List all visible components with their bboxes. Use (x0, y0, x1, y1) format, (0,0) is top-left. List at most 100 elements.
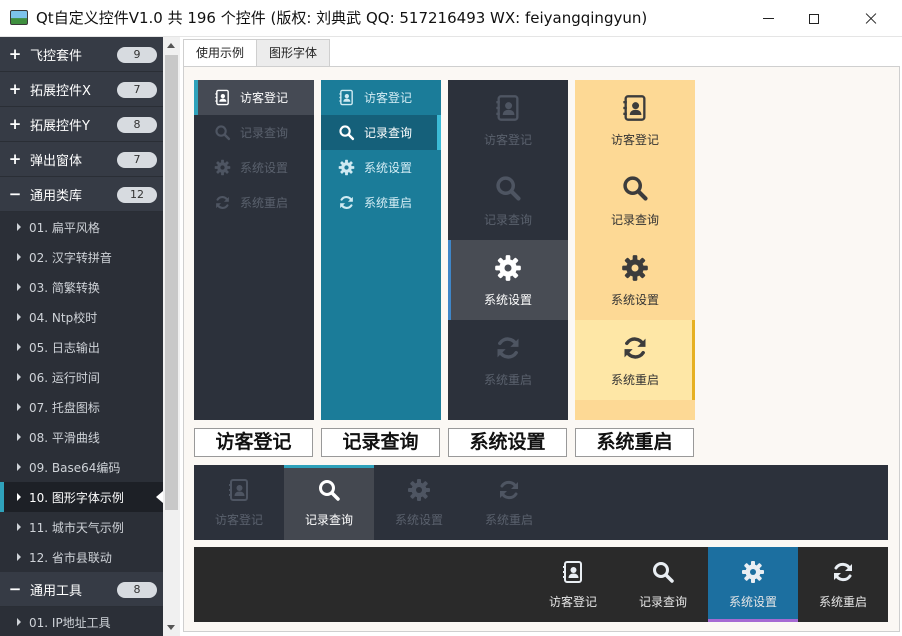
scroll-up-arrow-icon[interactable] (167, 43, 175, 48)
button-label: 系统重启 (818, 595, 867, 609)
button-label: 记录查询 (364, 126, 413, 140)
system-settings-button[interactable]: 系统设置 (194, 150, 314, 185)
visitor-register-button[interactable]: 访客登记 (194, 465, 284, 540)
caret-right-icon (17, 343, 21, 351)
button-label: 记录查询 (638, 595, 687, 609)
record-query-button[interactable]: 记录查询 (321, 115, 441, 150)
nav-item[interactable]: 01. IP地址工具 (0, 607, 163, 636)
tab-icon-font[interactable]: 图形字体 (256, 39, 331, 67)
nav-item[interactable]: 08. 平滑曲线 (0, 422, 163, 452)
nav-item[interactable]: 05. 日志输出 (0, 332, 163, 362)
button-label: 系统设置 (240, 161, 289, 175)
caret-right-icon (17, 373, 21, 381)
caret-right-icon (17, 313, 21, 321)
nav-item-label: 04. Ntp校时 (29, 310, 98, 325)
nav-item[interactable]: 11. 城市天气示例 (0, 512, 163, 542)
button-label: 系统重启 (364, 196, 413, 210)
nav-item-label: 01. 扁平风格 (29, 220, 100, 235)
tab-usage-example[interactable]: 使用示例 (183, 39, 258, 67)
nav-count-badge: 8 (117, 117, 157, 133)
nav-item[interactable]: 02. 汉字转拼音 (0, 242, 163, 272)
button-label: 系统设置 (483, 292, 532, 307)
system-restart-button[interactable]: 系统重启 (194, 185, 314, 220)
system-restart-button[interactable]: 系统重启 (575, 320, 695, 400)
expand-plus-icon: + (8, 80, 22, 98)
refresh-icon (830, 559, 856, 585)
caret-right-icon (17, 618, 21, 626)
nav-scrollbar[interactable] (163, 37, 180, 636)
nav-group-label: 拓展控件X (30, 83, 91, 99)
active-indicator (284, 465, 374, 468)
visitor-register-text-button[interactable]: 访客登记 (194, 428, 313, 457)
nav-group-3[interactable]: + 弹出窗体 7 (0, 142, 163, 177)
caret-right-icon (17, 493, 21, 501)
system-settings-button[interactable]: 系统设置 (448, 240, 568, 320)
minimize-button[interactable] (745, 0, 791, 37)
scroll-thumb[interactable] (165, 55, 178, 510)
nav-item[interactable]: 01. 扁平风格 (0, 212, 163, 242)
button-label: 访客登记 (483, 132, 532, 147)
system-restart-button[interactable]: 系统重启 (448, 320, 568, 400)
nav-group-label: 拓展控件Y (30, 118, 90, 134)
visitor-register-button[interactable]: 访客登记 (194, 80, 314, 115)
system-restart-button[interactable]: 系统重启 (464, 465, 554, 540)
collapse-minus-icon: − (8, 185, 22, 203)
maximize-button[interactable] (791, 0, 837, 37)
address-book-icon (336, 88, 356, 108)
button-label: 系统设置 (394, 513, 443, 527)
record-query-button[interactable]: 记录查询 (284, 465, 374, 540)
system-restart-text-button[interactable]: 系统重启 (575, 428, 694, 457)
active-indicator (437, 115, 441, 150)
record-query-text-button[interactable]: 记录查询 (321, 428, 440, 457)
nav-item[interactable]: 12. 省市县联动 (0, 542, 163, 572)
scroll-down-arrow-icon[interactable] (167, 625, 175, 630)
nav-item[interactable]: 06. 运行时间 (0, 362, 163, 392)
nav-group-tools[interactable]: − 通用工具 8 (0, 572, 163, 607)
visitor-register-button[interactable]: 访客登记 (575, 80, 695, 160)
nav-item-label: 08. 平滑曲线 (29, 430, 100, 445)
collapse-minus-icon: − (8, 580, 22, 598)
window-title: Qt自定义控件V1.0 共 196 个控件 (版权: 刘典武 QQ: 51721… (36, 9, 648, 27)
button-label: 记录查询 (610, 212, 659, 227)
nav-item[interactable]: 04. Ntp校时 (0, 302, 163, 332)
record-query-button[interactable]: 记录查询 (448, 160, 568, 240)
address-book-icon (620, 93, 650, 123)
search-icon (650, 559, 676, 585)
close-button[interactable] (848, 0, 894, 37)
gear-icon (336, 158, 356, 178)
gear-icon (620, 253, 650, 283)
expand-plus-icon: + (8, 115, 22, 133)
maximize-icon (809, 13, 819, 24)
visitor-register-button[interactable]: 访客登记 (528, 547, 618, 622)
record-query-button[interactable]: 记录查询 (618, 547, 708, 622)
visitor-register-button[interactable]: 访客登记 (448, 80, 568, 160)
nav-group-0[interactable]: + 飞控套件 9 (0, 37, 163, 72)
nav-group-label: 飞控套件 (30, 48, 83, 64)
visitor-register-button[interactable]: 访客登记 (321, 80, 441, 115)
nav-group-label: 弹出窗体 (30, 153, 83, 169)
nav-group-label: 通用工具 (30, 583, 83, 599)
nav-item[interactable]: 03. 简繁转换 (0, 272, 163, 302)
record-query-button[interactable]: 记录查询 (575, 160, 695, 240)
nav-item[interactable]: 07. 托盘图标 (0, 392, 163, 422)
nav-style-amber-vertical: 访客登记记录查询系统设置 系统重启 (575, 80, 695, 420)
record-query-button[interactable]: 记录查询 (194, 115, 314, 150)
system-settings-button[interactable]: 系统设置 (708, 547, 798, 622)
nav-item[interactable]: 09. Base64编码 (0, 452, 163, 482)
nav-item[interactable]: 10. 图形字体示例 (0, 482, 163, 512)
nav-item-label: 05. 日志输出 (29, 340, 100, 355)
system-settings-button[interactable]: 系统设置 (374, 465, 464, 540)
nav-group-2[interactable]: + 拓展控件Y 8 (0, 107, 163, 142)
caret-right-icon (17, 523, 21, 531)
expand-plus-icon: + (8, 45, 22, 63)
nav-count-badge: 9 (117, 47, 157, 63)
system-settings-button[interactable]: 系统设置 (321, 150, 441, 185)
system-settings-button[interactable]: 系统设置 (575, 240, 695, 320)
nav-group-1[interactable]: + 拓展控件X 7 (0, 72, 163, 107)
system-settings-text-button[interactable]: 系统设置 (448, 428, 567, 457)
system-restart-button[interactable]: 系统重启 (798, 547, 888, 622)
system-restart-button[interactable]: 系统重启 (321, 185, 441, 220)
nav-count-badge: 7 (117, 152, 157, 168)
nav-group-4[interactable]: − 通用类库 12 (0, 177, 163, 212)
search-icon (316, 477, 342, 503)
